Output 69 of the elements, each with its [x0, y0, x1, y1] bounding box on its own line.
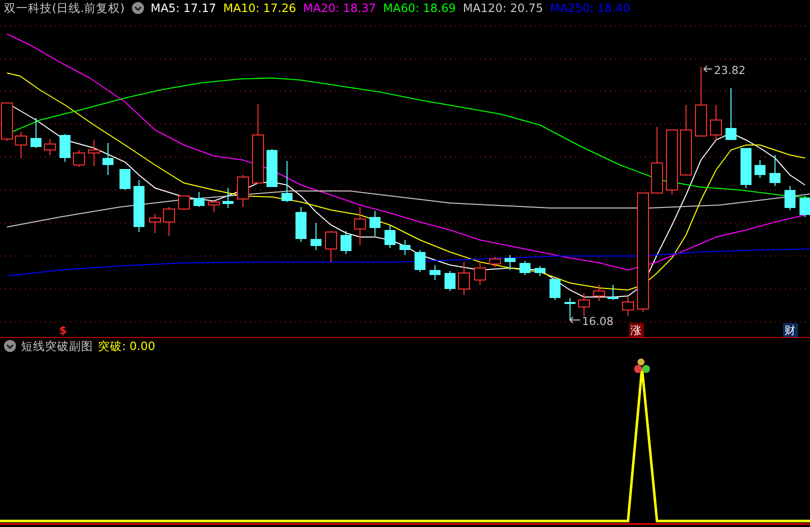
candlestick [800, 196, 810, 218]
candlestick [208, 200, 220, 212]
moving-average-legend: MA20: 18.37 [303, 1, 376, 15]
chart-title: 双一科技(日线.前复权) [4, 0, 125, 16]
rise-marker: 涨 [629, 323, 644, 337]
candlestick [102, 142, 114, 176]
candlestick [550, 278, 560, 300]
candlestick [578, 292, 590, 316]
candlestick [651, 126, 663, 194]
candlestick [30, 118, 42, 148]
candlestick [726, 88, 736, 140]
candlestick [163, 206, 175, 236]
candlestick [784, 186, 796, 210]
candlestick [73, 150, 85, 168]
candlestick [534, 266, 546, 276]
indicator-reading: 突破: 0.00 [98, 338, 156, 354]
candlestick [504, 254, 516, 270]
dollar-marker: $ [59, 324, 67, 337]
low-price-label: 16.08 [569, 315, 614, 328]
candlestick [384, 224, 396, 248]
candlestick [474, 262, 486, 286]
candlestick [340, 230, 352, 254]
candlestick [695, 66, 707, 136]
moving-average-legend: MA10: 17.26 [223, 1, 296, 15]
candlestick [266, 148, 278, 188]
signal-dots-icon [634, 358, 650, 373]
candlestick [370, 210, 380, 236]
candlestick [134, 180, 144, 232]
candlestick [740, 148, 752, 188]
candlestick [178, 196, 190, 210]
candlestick [666, 130, 678, 196]
candlestick [489, 256, 501, 268]
indicator-title: 短线突破副图 [21, 338, 93, 354]
candlestick [770, 154, 780, 186]
candlestick [400, 240, 410, 256]
moving-average-legend: MA60: 18.69 [382, 1, 456, 15]
candlestick [194, 192, 204, 208]
candlestick [296, 206, 306, 242]
candlestick [622, 296, 634, 316]
moving-average-legend: MA250: 18.40 [550, 1, 630, 15]
high-price-label: 23.82 [703, 64, 746, 77]
finance-marker: 财 [783, 323, 798, 337]
candlestick [120, 168, 130, 190]
candlestick [60, 134, 70, 162]
candlestick [444, 270, 456, 292]
candlestick [237, 174, 249, 208]
candlestick [458, 262, 470, 296]
candlestick [149, 214, 161, 234]
candlestick [564, 298, 576, 320]
candlestick [222, 188, 234, 208]
candlestick [710, 104, 722, 140]
candlestick [15, 132, 27, 158]
candlestick [430, 264, 440, 280]
moving-average-legend: MA5: 17.17 [150, 1, 216, 15]
candlestick [354, 206, 366, 246]
candlestick [593, 284, 605, 302]
candlestick [282, 160, 292, 202]
candlestick [414, 250, 426, 272]
candlestick [608, 284, 618, 300]
candlestick [325, 230, 337, 262]
dropdown-icon[interactable] [4, 340, 16, 352]
dropdown-icon[interactable] [132, 2, 144, 14]
candlestick [88, 140, 100, 166]
moving-average-legend: MA120: 20.75 [462, 1, 544, 15]
candlestick [44, 138, 56, 156]
candlestick [754, 160, 766, 178]
candlestick [520, 260, 530, 276]
candlestick [310, 222, 322, 250]
candlestick [680, 104, 692, 176]
